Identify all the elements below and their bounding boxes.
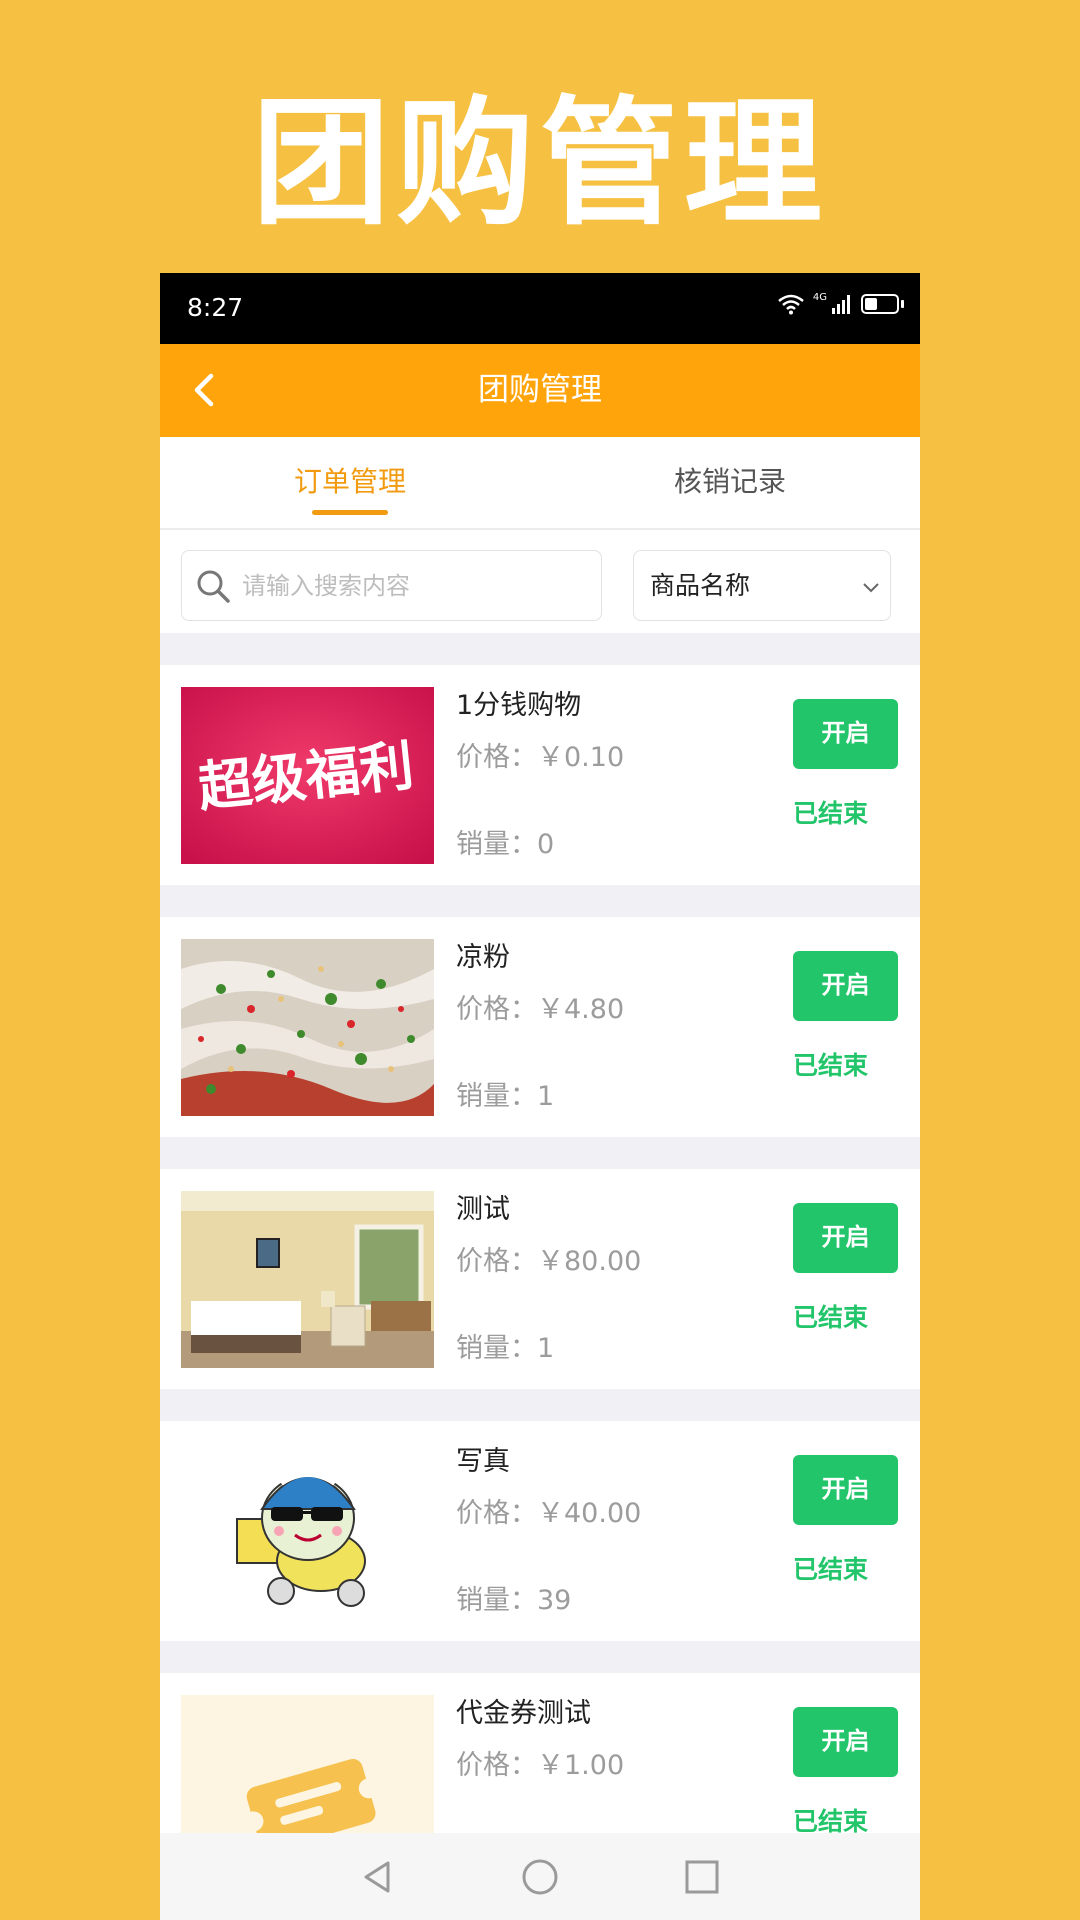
open-button[interactable]: 开启	[793, 1707, 898, 1777]
list-item: 写真 价格：￥40.00 销量：39 开启 已结束	[160, 1421, 920, 1641]
page-title: 团购管理	[478, 372, 602, 408]
product-price: 价格：￥40.00	[456, 1498, 642, 1529]
open-button[interactable]: 开启	[793, 1203, 898, 1273]
chevron-down-icon	[863, 583, 879, 593]
product-name: 凉粉	[456, 942, 510, 973]
status-ended-label[interactable]: 已结束	[793, 798, 868, 830]
status-bar: 8:27 4G	[160, 273, 920, 344]
product-sales: 销量：0	[456, 829, 555, 860]
product-sales: 销量：39	[456, 1585, 572, 1616]
status-time: 8:27	[187, 293, 244, 322]
signal-icon	[832, 295, 850, 314]
product-price: 价格：￥1.00	[456, 1750, 625, 1781]
search-filter-value: 商品名称	[650, 571, 751, 600]
search-area: 商品名称	[160, 530, 920, 633]
tab-active-indicator	[312, 510, 388, 515]
status-ended-label[interactable]: 已结束	[793, 1806, 868, 1833]
product-name: 代金券测试	[456, 1698, 591, 1729]
product-sales: 销量：1	[456, 1081, 555, 1112]
product-price: 价格：￥4.80	[456, 994, 625, 1025]
search-icon	[197, 570, 230, 603]
status-icons: 4G	[777, 293, 904, 315]
product-price: 价格：￥0.10	[456, 742, 625, 773]
tab-verification-records[interactable]: 核销记录	[540, 437, 920, 528]
network-type-label: 4G	[812, 292, 827, 303]
tab-bar: 订单管理 核销记录	[160, 437, 920, 530]
open-button[interactable]: 开启	[793, 1455, 898, 1525]
open-button[interactable]: 开启	[793, 699, 898, 769]
open-button[interactable]: 开启	[793, 951, 898, 1021]
system-navigation-bar	[160, 1833, 920, 1920]
wifi-icon	[778, 294, 804, 315]
status-ended-label[interactable]: 已结束	[793, 1302, 868, 1334]
search-input[interactable]	[242, 551, 592, 620]
back-triangle-icon[interactable]	[356, 1855, 400, 1899]
list-item: 测试 价格：￥80.00 销量：1 开启 已结束	[160, 1169, 920, 1389]
product-image: 超级福利	[181, 687, 434, 864]
product-price: 价格：￥80.00	[456, 1246, 642, 1277]
list-item: 超级福利 1分钱购物 价格：￥0.10 销量：0 开启 已结束	[160, 665, 920, 885]
product-image	[181, 1443, 434, 1620]
hero-title: 团购管理	[251, 81, 828, 244]
list-item: 凉粉 价格：￥4.80 销量：1 开启 已结束	[160, 917, 920, 1137]
battery-icon	[861, 294, 899, 314]
search-filter-select[interactable]: 商品名称	[633, 550, 891, 621]
nav-bar: 团购管理	[160, 344, 920, 437]
product-list: 超级福利 1分钱购物 价格：￥0.10 销量：0 开启 已结束 凉粉 价格：￥4…	[160, 633, 920, 1833]
status-ended-label[interactable]: 已结束	[793, 1554, 868, 1586]
product-name: 测试	[456, 1194, 510, 1225]
home-circle-icon[interactable]	[518, 1855, 562, 1899]
product-name: 1分钱购物	[456, 690, 582, 721]
product-sales: 销量：1	[456, 1333, 555, 1364]
product-image	[181, 939, 434, 1116]
recent-apps-square-icon[interactable]	[680, 1855, 724, 1899]
product-image	[181, 1695, 434, 1833]
product-image	[181, 1191, 434, 1368]
status-ended-label[interactable]: 已结束	[793, 1050, 868, 1082]
product-name: 写真	[456, 1446, 510, 1477]
list-item: 代金券测试 价格：￥1.00 开启 已结束	[160, 1673, 920, 1833]
phone-screen: 8:27 4G 团购管理 订单管理 核销记录 请输入搜索内容 商品名称 超级福利…	[160, 273, 920, 1920]
search-box[interactable]	[181, 550, 602, 621]
